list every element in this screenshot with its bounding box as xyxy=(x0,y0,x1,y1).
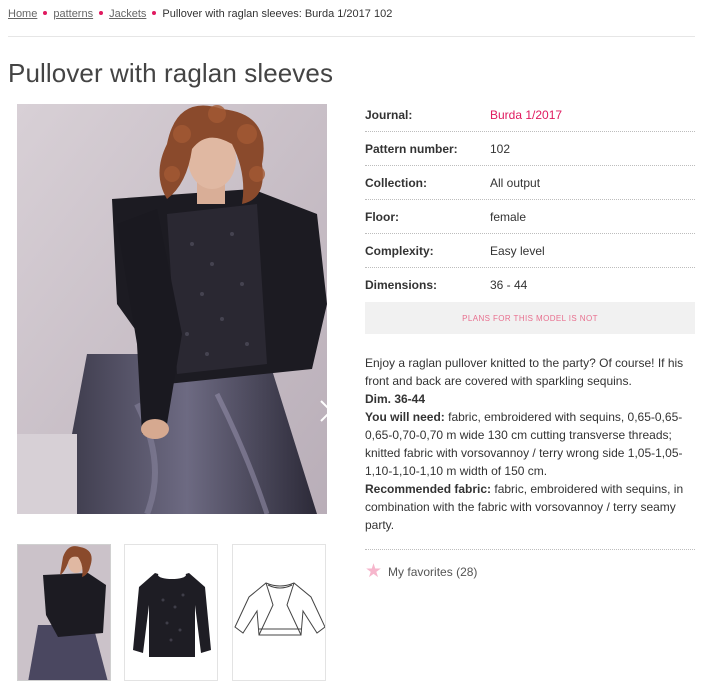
property-label: Dimensions: xyxy=(365,278,438,292)
journal-link[interactable]: Burda 1/2017 xyxy=(490,108,562,122)
page-title: Pullover with raglan sleeves xyxy=(8,58,334,88)
property-value: 36 - 44 xyxy=(490,278,528,292)
favorites-count: (28) xyxy=(456,564,478,579)
breadcrumb-current: Pullover with raglan sleeves: Burda 1/20… xyxy=(162,8,393,20)
property-row-pattern-number: Pattern number: 102 xyxy=(365,132,695,166)
property-label: Collection: xyxy=(365,175,427,190)
main-product-photo[interactable] xyxy=(17,104,327,514)
thumbnail-garment-photo[interactable] xyxy=(124,544,218,681)
thumbnail-model-photo[interactable] xyxy=(17,544,111,681)
breadcrumb-separator xyxy=(43,11,48,16)
favorites-button[interactable]: ★ My favorites (28) xyxy=(365,562,477,581)
description-intro: Enjoy a raglan pullover knitted to the p… xyxy=(365,356,684,388)
property-value: female xyxy=(490,209,527,224)
property-value: All output xyxy=(490,175,541,190)
divider xyxy=(8,36,695,37)
property-row-dimensions: Dimensions: 36 - 44 xyxy=(365,268,695,302)
thumbnail-technical-drawing[interactable] xyxy=(232,544,326,681)
property-label: Pattern number: xyxy=(365,141,458,156)
property-label: Floor: xyxy=(365,209,399,224)
property-label: Complexity: xyxy=(365,243,434,258)
star-icon: ★ xyxy=(365,561,383,582)
materials-label: You will need: xyxy=(365,410,445,424)
breadcrumb-jackets-link[interactable]: Jackets xyxy=(109,8,146,20)
plans-unavailable-notice: PLANS FOR THIS MODEL IS NOT xyxy=(365,302,695,334)
breadcrumb: Home patterns Jackets Pullover with raglan … xyxy=(8,8,392,20)
breadcrumb-patterns-link[interactable]: patterns xyxy=(53,8,93,20)
pattern-properties: Journal: Burda 1/2017 Pattern number: 10… xyxy=(365,98,695,302)
property-row-collection: Collection: All output xyxy=(365,166,695,200)
chevron-right-icon xyxy=(320,400,327,422)
pattern-description: Enjoy a raglan pullover knitted to the p… xyxy=(365,354,695,534)
dimensions-heading: Dim. 36-44 xyxy=(365,392,426,406)
breadcrumb-separator xyxy=(152,11,157,16)
property-row-journal: Journal: Burda 1/2017 xyxy=(365,98,695,132)
divider xyxy=(365,549,695,550)
property-row-complexity: Complexity: Easy level xyxy=(365,234,695,268)
property-value: Easy level xyxy=(490,243,545,258)
breadcrumb-separator xyxy=(99,11,104,16)
property-value: 102 xyxy=(490,141,511,156)
next-image-arrow[interactable] xyxy=(313,395,327,427)
breadcrumb-home-link[interactable]: Home xyxy=(8,8,37,20)
recommended-fabric-label: Recommended fabric: xyxy=(365,482,492,496)
property-row-floor: Floor: female xyxy=(365,200,695,234)
property-label: Journal: xyxy=(365,107,413,122)
favorites-label: My favorites xyxy=(388,564,453,579)
